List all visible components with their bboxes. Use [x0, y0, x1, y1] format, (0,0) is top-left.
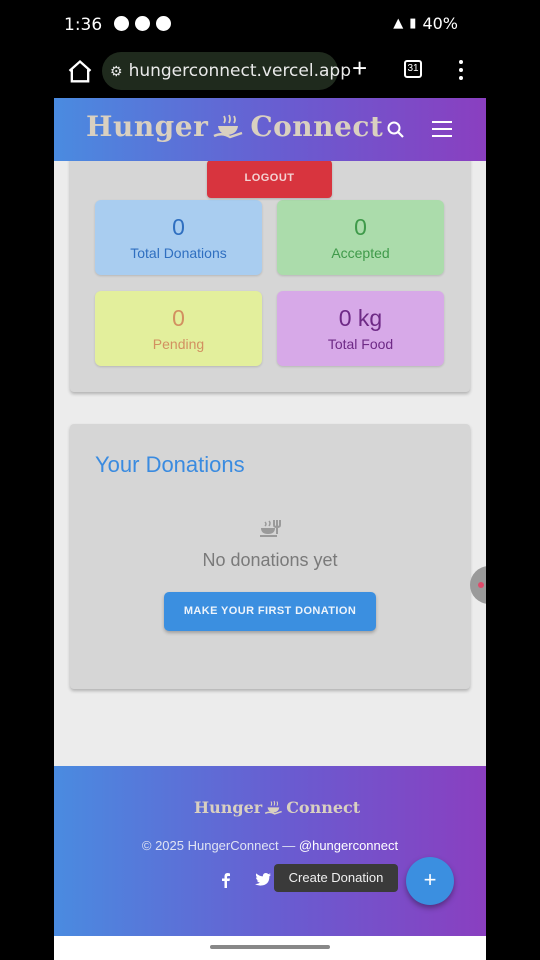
stat-value: 0 kg: [338, 305, 383, 331]
footer-logo-connect: Connect: [286, 798, 361, 817]
tabs-icon[interactable]: 31: [404, 60, 422, 78]
logo-bowl-icon: [213, 114, 243, 138]
stat-label: Total Donations: [130, 245, 227, 261]
food-icon: [260, 520, 281, 537]
system-icons: ▲ ▮ 40%: [393, 14, 458, 33]
site-footer: Hunger Connect © 2025 HungerConnect — @h…: [54, 766, 486, 936]
record-icon: [156, 16, 171, 31]
logo-text-connect: Connect: [250, 110, 384, 143]
web-page: Hunger Connect LOGOUT 0 Total Donations …: [54, 98, 486, 936]
url-text: hungerconnect.vercel.app: [128, 61, 351, 81]
more-menu-icon[interactable]: [458, 60, 464, 82]
new-tab-icon[interactable]: +: [352, 55, 376, 81]
notification-icons: [114, 16, 171, 31]
home-icon[interactable]: [66, 58, 94, 86]
address-bar[interactable]: ⚙ hungerconnect.vercel.app: [102, 52, 351, 90]
stat-pending: 0 Pending: [95, 291, 262, 366]
footer-bowl-icon: [265, 800, 283, 815]
status-time: 1:36: [64, 15, 103, 35]
site-header: Hunger Connect: [54, 98, 486, 161]
stat-value: 0: [354, 214, 367, 240]
home-gesture-handle[interactable]: [210, 945, 330, 949]
facebook-icon[interactable]: [218, 872, 234, 888]
stat-accepted: 0 Accepted: [277, 200, 444, 275]
stat-label: Total Food: [327, 336, 394, 352]
browser-toolbar: ⚙ hungerconnect.vercel.app + 31: [54, 50, 486, 98]
signal-icon: ▲: [393, 16, 404, 31]
logout-button[interactable]: LOGOUT: [207, 160, 332, 198]
donations-card: Your Donations No donations yet MAKE YOU…: [70, 424, 470, 689]
phone-screen: 1:36 ▲ ▮ 40% ⚙ hungerconnect.vercel.app …: [0, 0, 540, 960]
social-links: [218, 872, 272, 888]
copyright-text: © 2025 HungerConnect —: [141, 838, 299, 853]
create-donation-tooltip: Create Donation: [274, 864, 398, 892]
notification-icon: [114, 16, 129, 31]
side-panel-handle[interactable]: [470, 566, 486, 604]
stat-total-donations: 0 Total Donations: [95, 200, 262, 275]
stat-label: Pending: [152, 336, 205, 352]
search-icon[interactable]: [386, 120, 406, 140]
footer-copyright: © 2025 HungerConnect — @hungerconnect: [54, 838, 486, 853]
battery-percent: 40%: [422, 14, 458, 33]
footer-logo: Hunger Connect: [194, 798, 360, 817]
gesture-bar: [54, 936, 486, 960]
create-donation-fab[interactable]: +: [406, 857, 454, 905]
donations-title: Your Donations: [95, 452, 245, 477]
hamburger-icon[interactable]: [432, 121, 452, 137]
social-handle-link[interactable]: @hungerconnect: [299, 838, 398, 853]
battery-icon: ▮: [409, 16, 417, 31]
site-logo[interactable]: Hunger Connect: [86, 110, 383, 143]
site-settings-icon[interactable]: ⚙: [110, 62, 123, 80]
footer-logo-hunger: Hunger: [194, 798, 263, 817]
logo-text-hunger: Hunger: [86, 110, 209, 143]
empty-state-text: No donations yet: [202, 550, 338, 570]
status-bar: 1:36 ▲ ▮ 40%: [54, 0, 486, 50]
make-first-donation-button[interactable]: MAKE YOUR FIRST DONATION: [164, 592, 376, 631]
chat-icon: [135, 16, 150, 31]
stat-value: 0: [172, 214, 185, 240]
twitter-icon[interactable]: [254, 872, 272, 888]
stat-value: 0: [172, 305, 185, 331]
stat-total-food: 0 kg Total Food: [277, 291, 444, 366]
stat-label: Accepted: [331, 245, 390, 261]
